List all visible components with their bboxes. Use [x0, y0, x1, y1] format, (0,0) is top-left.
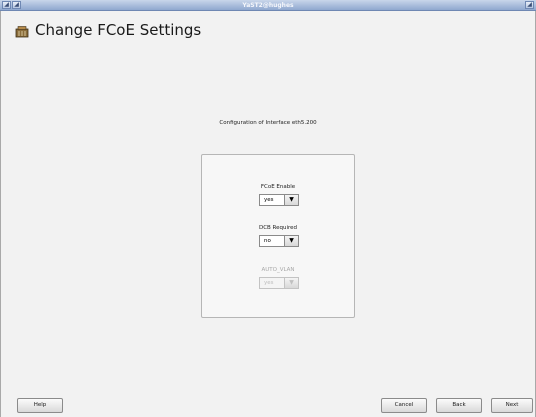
window-title: YaST2@hughes — [242, 2, 294, 9]
window-close-icon[interactable]: ◢ — [525, 1, 534, 9]
fcoe-settings-panel: FCoE Enable yes ▼ DCB Required no ▼ AUTO… — [201, 154, 355, 318]
next-button[interactable]: Next — [491, 398, 533, 413]
auto-vlan-select: yes ▼ — [259, 277, 299, 289]
dcb-required-label: DCB Required — [258, 225, 298, 231]
chevron-down-icon: ▼ — [284, 278, 298, 288]
back-button[interactable]: Back — [436, 398, 482, 413]
page-title: Change FCoE Settings — [35, 21, 202, 39]
window-titlebar[interactable]: ◢ ◢ YaST2@hughes ◢ — [0, 0, 536, 11]
fcoe-enable-value: yes — [264, 197, 274, 203]
help-button[interactable]: Help — [17, 398, 63, 413]
chevron-down-icon[interactable]: ▼ — [284, 195, 298, 205]
auto-vlan-value: yes — [264, 280, 274, 286]
fcoe-enable-label: FCoE Enable — [260, 184, 296, 190]
interface-config-label: Configuration of Interface eth5.200 — [219, 120, 317, 126]
fcoe-settings-icon — [15, 26, 29, 38]
chevron-down-icon[interactable]: ▼ — [284, 236, 298, 246]
fcoe-enable-select[interactable]: yes ▼ — [259, 194, 299, 206]
cancel-button[interactable]: Cancel — [381, 398, 427, 413]
dcb-required-select[interactable]: no ▼ — [259, 235, 299, 247]
auto-vlan-label: AUTO_VLAN — [261, 267, 295, 273]
dcb-required-value: no — [264, 238, 271, 244]
